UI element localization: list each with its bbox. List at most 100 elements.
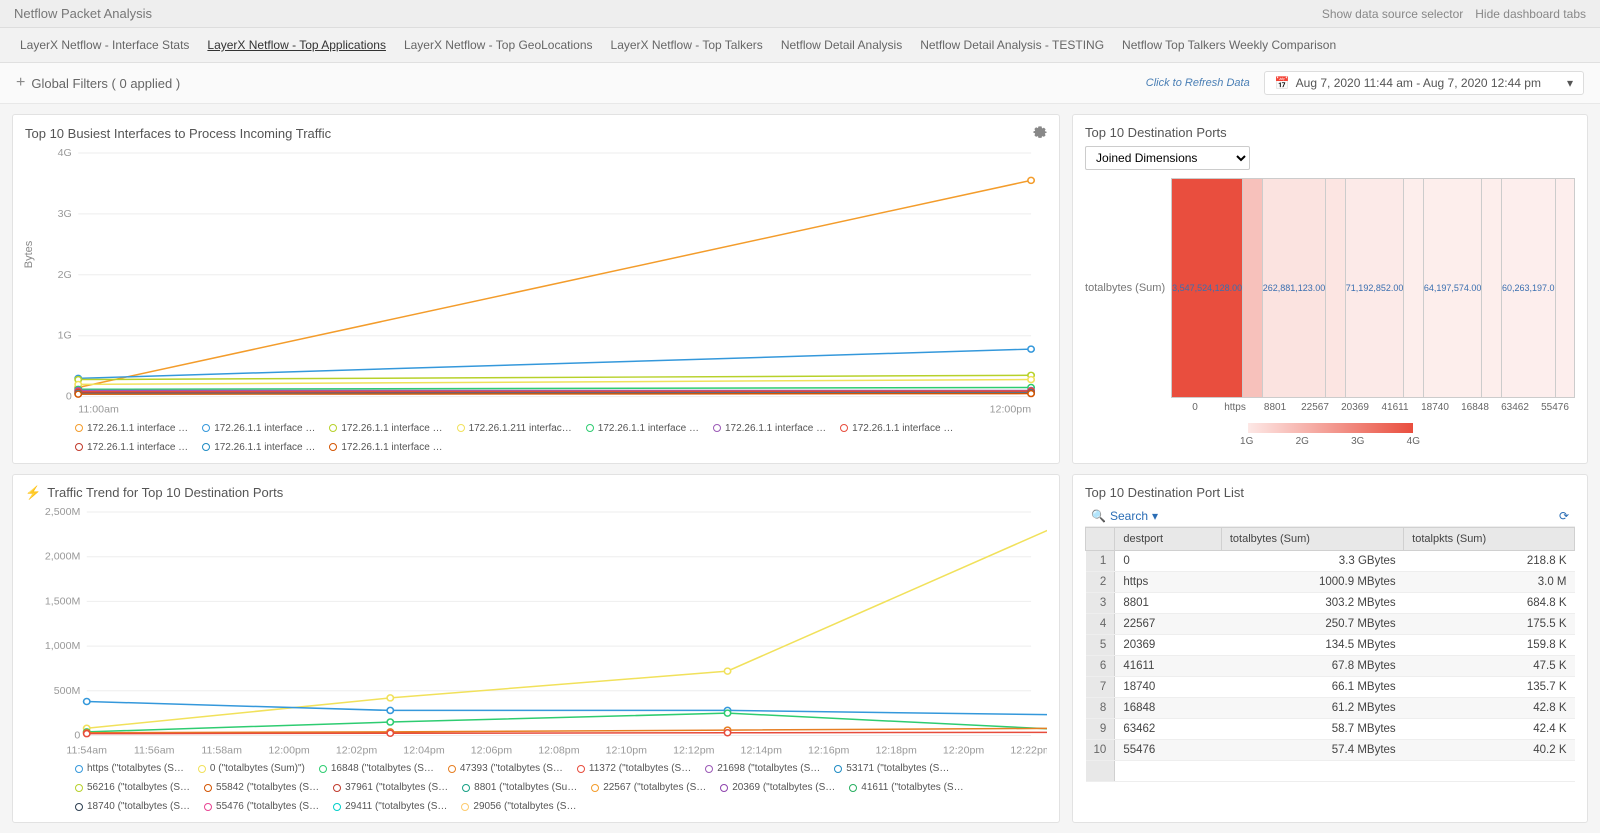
global-filters-label[interactable]: Global Filters ( 0 applied ) <box>31 76 180 91</box>
heatmap-cell[interactable]: 3,547,524,128.00 <box>1172 179 1243 397</box>
legend-item[interactable]: 55842 ("totalbytes (S… <box>204 782 319 793</box>
legend-item[interactable]: 16848 ("totalbytes (S… <box>319 763 434 774</box>
svg-text:1,000M: 1,000M <box>45 641 80 652</box>
gear-icon[interactable] <box>1033 125 1047 142</box>
heatmap-x-label: 22567 <box>1295 398 1335 413</box>
refresh-icon[interactable]: ⟳ <box>1559 509 1569 523</box>
heatmap-scale-ticks: 1G2G3G4G <box>1240 436 1420 447</box>
svg-text:2,500M: 2,500M <box>45 507 80 518</box>
legend-item[interactable]: 8801 ("totalbytes (Su… <box>462 782 577 793</box>
legend-item[interactable]: 56216 ("totalbytes (S… <box>75 782 190 793</box>
heatmap-cell[interactable] <box>1482 179 1502 397</box>
add-filter-icon[interactable]: + <box>16 74 25 92</box>
panel-title: Traffic Trend for Top 10 Destination Por… <box>47 485 283 500</box>
legend-item[interactable]: 29056 ("totalbytes (S… <box>461 801 576 812</box>
legend-item[interactable]: 21698 ("totalbytes (S… <box>705 763 820 774</box>
table-row[interactable]: 2https1000.9 MBytes3.0 M <box>1086 571 1575 592</box>
tab-2[interactable]: LayerX Netflow - Top GeoLocations <box>404 34 593 56</box>
svg-text:12:14pm: 12:14pm <box>741 745 782 756</box>
legend-item[interactable]: 172.26.1.1 interface … <box>75 423 188 434</box>
legend-item[interactable]: 172.26.1.1 interface … <box>202 423 315 434</box>
filters-bar: + Global Filters ( 0 applied ) Click to … <box>0 63 1600 104</box>
legend-item[interactable]: 172.26.1.211 interfac… <box>457 423 572 434</box>
table-row[interactable]: 81684861.2 MBytes42.8 K <box>1086 697 1575 718</box>
y-axis-label: Bytes <box>23 241 35 269</box>
legend-item[interactable]: https ("totalbytes (S… <box>75 763 184 774</box>
col-header[interactable]: destport <box>1115 527 1222 550</box>
heatmap-cells[interactable]: 3,547,524,128.00 262,881,123.00 71,192,852… <box>1171 178 1575 398</box>
table-row[interactable]: 96346258.7 MBytes42.4 K <box>1086 718 1575 739</box>
heatmap-cell[interactable]: 64,197,574.00 <box>1424 179 1483 397</box>
hide-tabs-link[interactable]: Hide dashboard tabs <box>1475 7 1586 21</box>
legend-item[interactable]: 55476 ("totalbytes (S… <box>204 801 319 812</box>
panel-dest-ports: Top 10 Destination Ports Joined Dimensio… <box>1072 114 1588 464</box>
tab-0[interactable]: LayerX Netflow - Interface Stats <box>20 34 189 56</box>
legend-item[interactable]: 20369 ("totalbytes (S… <box>720 782 835 793</box>
legend-item[interactable]: 37961 ("totalbytes (S… <box>333 782 448 793</box>
chevron-down-icon: ▾ <box>1152 509 1158 523</box>
tab-6[interactable]: Netflow Top Talkers Weekly Comparison <box>1122 34 1336 56</box>
legend-item[interactable]: 41611 ("totalbytes (S… <box>849 782 963 793</box>
legend-item[interactable]: 172.26.1.1 interface … <box>202 442 315 453</box>
heatmap-cell[interactable] <box>1243 179 1263 397</box>
refresh-data-link[interactable]: Click to Refresh Data <box>1146 77 1250 89</box>
tab-4[interactable]: Netflow Detail Analysis <box>781 34 902 56</box>
tab-3[interactable]: LayerX Netflow - Top Talkers <box>611 34 763 56</box>
legend-item[interactable]: 11372 ("totalbytes (S… <box>577 763 691 774</box>
heatmap-cell[interactable] <box>1556 179 1575 397</box>
line-chart-traffic[interactable]: 0500M1,000M1,500M2,000M2,500M11:54am11:5… <box>25 507 1047 758</box>
chevron-down-icon: ▾ <box>1567 76 1573 90</box>
tab-5[interactable]: Netflow Detail Analysis - TESTING <box>920 34 1104 56</box>
heatmap-x-labels: 0https8801225672036941611187401684863462… <box>1175 398 1575 413</box>
legend-item[interactable]: 172.26.1.1 interface … <box>840 423 953 434</box>
tab-1[interactable]: LayerX Netflow - Top Applications <box>207 34 386 56</box>
table-row[interactable]: 103.3 GBytes218.8 K <box>1086 550 1575 571</box>
legend-item[interactable]: 172.26.1.1 interface … <box>329 442 442 453</box>
legend-item[interactable]: 53171 ("totalbytes (S… <box>834 763 949 774</box>
svg-text:1,500M: 1,500M <box>45 596 80 607</box>
search-button[interactable]: 🔍 Search ▾ <box>1091 509 1158 523</box>
table-row[interactable]: 64161167.8 MBytes47.5 K <box>1086 655 1575 676</box>
legend-item[interactable]: 22567 ("totalbytes (S… <box>591 782 706 793</box>
legend-item[interactable]: 0 ("totalbytes (Sum)") <box>198 763 305 774</box>
legend-item[interactable]: 47393 ("totalbytes (S… <box>448 763 563 774</box>
heatmap-x-label: 16848 <box>1455 398 1495 413</box>
heatmap-cell[interactable] <box>1326 179 1346 397</box>
svg-text:4G: 4G <box>58 148 72 159</box>
legend-item[interactable]: 18740 ("totalbytes (S… <box>75 801 190 812</box>
line-chart-interfaces[interactable]: 01G2G3G4G11:00am12:00pm <box>25 148 1047 417</box>
svg-text:12:18pm: 12:18pm <box>875 745 916 756</box>
col-header[interactable]: totalpkts (Sum) <box>1404 527 1575 550</box>
heatmap-cell[interactable]: 262,881,123.00 <box>1263 179 1327 397</box>
show-datasource-link[interactable]: Show data source selector <box>1322 7 1463 21</box>
legend-item[interactable]: 172.26.1.1 interface … <box>713 423 826 434</box>
svg-text:12:20pm: 12:20pm <box>943 745 984 756</box>
svg-text:2,000M: 2,000M <box>45 551 80 562</box>
heatmap-cell[interactable]: 71,192,852.00 <box>1346 179 1405 397</box>
table-row[interactable]: 422567250.7 MBytes175.5 K <box>1086 613 1575 634</box>
panel-title: Top 10 Destination Ports <box>1085 125 1227 140</box>
heatmap-x-label: 55476 <box>1535 398 1575 413</box>
col-header[interactable]: totalbytes (Sum) <box>1221 527 1403 550</box>
table-row[interactable]: 520369134.5 MBytes159.8 K <box>1086 634 1575 655</box>
svg-text:12:02pm: 12:02pm <box>336 745 377 756</box>
legend-item[interactable]: 172.26.1.1 interface … <box>586 423 699 434</box>
legend-item[interactable]: 172.26.1.1 interface … <box>329 423 442 434</box>
dimensions-select[interactable]: Joined Dimensions <box>1085 146 1250 170</box>
legend-item[interactable]: 172.26.1.1 interface … <box>75 442 188 453</box>
panel-title: Top 10 Destination Port List <box>1085 485 1244 500</box>
date-range-text: Aug 7, 2020 11:44 am - Aug 7, 2020 12:44… <box>1296 76 1541 90</box>
heatmap-cell[interactable] <box>1404 179 1424 397</box>
heatmap-cell[interactable]: 60,263,197.0 <box>1502 179 1556 397</box>
table-row[interactable]: 38801303.2 MBytes684.8 K <box>1086 592 1575 613</box>
table-row[interactable]: 105547657.4 MBytes40.2 K <box>1086 739 1575 760</box>
svg-text:12:10pm: 12:10pm <box>606 745 647 756</box>
heatmap-x-label: 8801 <box>1255 398 1295 413</box>
legend-item[interactable]: 29411 ("totalbytes (S… <box>333 801 447 812</box>
svg-text:12:08pm: 12:08pm <box>538 745 579 756</box>
date-range-picker[interactable]: 📅 Aug 7, 2020 11:44 am - Aug 7, 2020 12:… <box>1264 71 1584 95</box>
search-icon: 🔍 <box>1091 509 1106 523</box>
svg-text:2G: 2G <box>58 270 72 281</box>
table-row[interactable]: 71874066.1 MBytes135.7 K <box>1086 676 1575 697</box>
svg-text:12:22pm: 12:22pm <box>1010 745 1047 756</box>
